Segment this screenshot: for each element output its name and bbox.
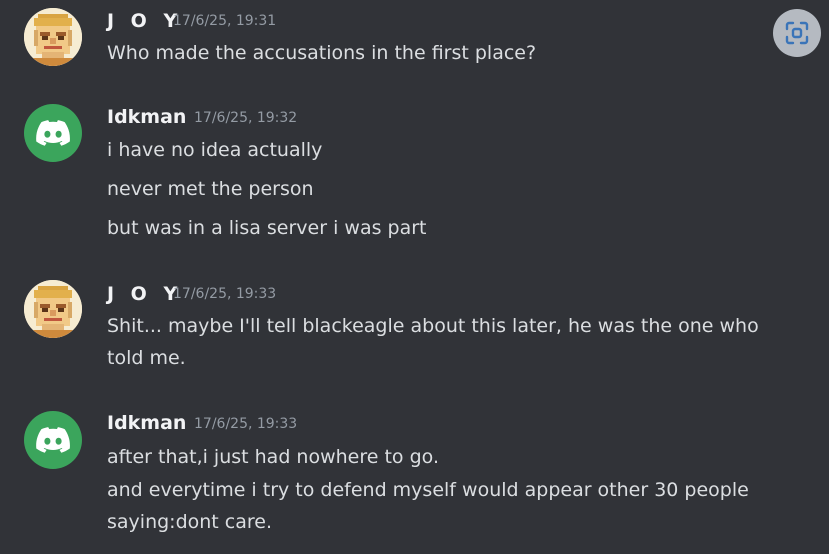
pixel-face-icon (24, 8, 82, 66)
message-line: told me. (107, 347, 186, 369)
message-line: i have no idea actually (107, 139, 323, 161)
pixel-face-icon (24, 280, 82, 338)
discord-logo-icon (36, 427, 70, 453)
avatar[interactable] (24, 280, 82, 338)
focus-scan-icon (785, 21, 809, 45)
message-line: and everytime i try to defend myself wou… (107, 479, 749, 501)
timestamp: 17/6/25, 19:33 (173, 286, 277, 302)
message-line: Shit... maybe I'll tell blackeagle about… (107, 315, 759, 337)
username[interactable]: Idkman (107, 106, 186, 128)
timestamp: 17/6/25, 19:33 (194, 416, 298, 432)
message-line: but was in a lisa server i was part (107, 217, 427, 239)
timestamp: 17/6/25, 19:31 (173, 13, 277, 29)
discord-logo-icon (36, 120, 70, 146)
username[interactable]: J O Y (107, 10, 182, 32)
timestamp: 17/6/25, 19:32 (194, 110, 298, 126)
message-line: Who made the accusations in the first pl… (107, 42, 537, 64)
avatar[interactable] (24, 104, 82, 162)
scan-button[interactable] (773, 9, 821, 57)
avatar[interactable] (24, 411, 82, 469)
username[interactable]: Idkman (107, 412, 186, 434)
message-line: never met the person (107, 178, 314, 200)
username[interactable]: J O Y (107, 283, 182, 305)
message-line: saying:dont care. (107, 511, 272, 533)
avatar[interactable] (24, 8, 82, 66)
message-line: after that,i just had nowhere to go. (107, 446, 439, 468)
